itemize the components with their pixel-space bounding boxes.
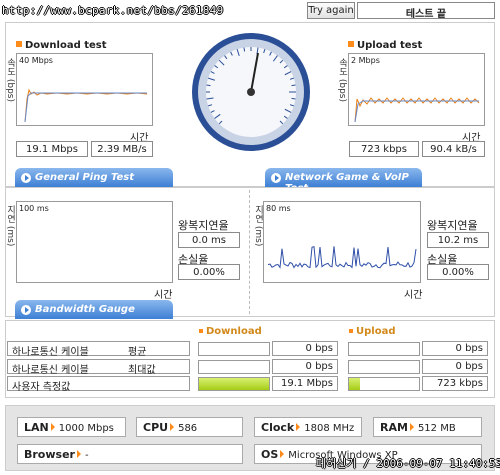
game-roundtrip-field: 10.2 ms <box>427 232 489 248</box>
cpu-label: CPU <box>143 421 169 434</box>
clock-label: Clock <box>261 421 295 434</box>
upload-line <box>354 97 480 123</box>
gauge-download-bar <box>198 342 270 356</box>
gauge-download-bar <box>198 360 270 374</box>
try-again-button[interactable]: Try again <box>307 2 355 19</box>
game-roundtrip-label: 왕복지연율 <box>427 219 478 232</box>
ping-roundtrip-label: 왕복지연율 <box>178 219 229 232</box>
watermark: 폐허신기 / 2006-09-07 11:40:53 <box>316 457 500 470</box>
browser-info: Browser - <box>17 444 243 464</box>
gauge-upload-header: Upload <box>349 326 395 337</box>
gauge-upload-bar <box>348 342 420 356</box>
url-text: http://www.bcpark.net/bbs/261849 <box>2 4 224 17</box>
tab-network-game[interactable]: Network Game & VoIP Test <box>265 168 422 194</box>
ram-label: RAM <box>380 421 408 434</box>
download-header-icon <box>199 329 203 333</box>
tab-bandwidth-gauge[interactable]: Bandwidth Gauge <box>15 300 173 319</box>
play-icon <box>21 305 31 315</box>
download-line <box>24 88 148 123</box>
upload-title-text: Upload test <box>357 40 423 51</box>
download-marker-icon <box>16 41 22 47</box>
gauge-row-stat: 평균 <box>128 347 147 358</box>
game-graph: 80 ms <box>263 201 421 283</box>
gauge-row-label: 사용자 측정값 <box>7 376 190 393</box>
tab-general-ping-label: General Ping Test <box>35 172 135 183</box>
game-loss-field: 0.00% <box>427 264 489 280</box>
test-end-button[interactable]: 테스트 끝 <box>357 2 495 20</box>
upload-header-icon <box>349 329 353 333</box>
upload-rate-field: 90.4 kB/s <box>422 141 485 157</box>
cpu-value: 586 <box>178 423 198 434</box>
download-rate-field: 2.39 MB/s <box>91 141 153 157</box>
gauge-tick <box>206 84 211 87</box>
gauge-row-label: 하나로통신 케이블 최대값 <box>7 359 190 376</box>
cpu-info: CPU 586 <box>136 417 243 437</box>
browser-label: Browser <box>24 448 75 461</box>
lan-info: LAN 1000 Mbps <box>17 417 126 437</box>
game-time-label: 시간 <box>404 290 423 301</box>
ping-roundtrip-field: 0.0 ms <box>178 232 240 248</box>
clock-info: Clock 1808 MHz <box>254 417 362 437</box>
gauge-tick <box>243 47 246 52</box>
gauge-download-value: 0 bps <box>272 341 338 356</box>
download-title: Download test <box>16 40 107 51</box>
lan-label: LAN <box>24 421 49 434</box>
gauge-upload-bar <box>348 360 420 374</box>
arrow-icon <box>409 423 414 431</box>
gauge-download-header: Download <box>199 326 262 337</box>
lan-value: 1000 Mbps <box>58 423 114 434</box>
gauge-upload-header-text: Upload <box>356 326 396 337</box>
arrow-icon <box>296 423 301 431</box>
tab-general-ping[interactable]: General Ping Test <box>15 168 173 187</box>
ping-loss-field: 0.00% <box>178 264 240 280</box>
download-title-text: Download test <box>25 40 107 51</box>
upload-title: Upload test <box>348 40 422 51</box>
gauge-download-value: 19.1 Mbps <box>272 376 338 391</box>
gauge-row-name: 하나로통신 케이블 <box>12 347 89 358</box>
arrow-icon <box>170 423 175 431</box>
ram-value: 512 MB <box>417 423 456 434</box>
arrow-icon <box>280 450 285 458</box>
gauge-download-value: 0 bps <box>272 359 338 374</box>
gauge-upload-value: 0 bps <box>422 341 488 356</box>
gauge-download-fill <box>199 378 269 390</box>
play-icon <box>21 173 31 183</box>
ping-time-label: 시간 <box>154 290 173 301</box>
gauge-upload-value: 0 bps <box>422 359 488 374</box>
upload-marker-icon <box>348 41 354 47</box>
upload-speed-field: 723 kbps <box>349 141 419 157</box>
arrow-icon <box>76 450 81 458</box>
panel-divider <box>249 190 250 314</box>
gauge-upload-bar <box>348 377 420 391</box>
gauge-row-stat: 최대값 <box>128 365 156 376</box>
gauge-row-label: 하나로통신 케이블 평균 <box>7 341 190 358</box>
ping-scale-label: 100 ms <box>19 204 49 213</box>
os-label: OS <box>261 448 279 461</box>
download-speed-field: 19.1 Mbps <box>16 141 88 157</box>
upload-graph: 2 Mbps <box>348 53 485 126</box>
speed-gauge <box>192 33 310 151</box>
download-graph: 40 Mbps <box>16 53 153 126</box>
gauge-row-name: 하나로통신 케이블 <box>12 365 89 376</box>
clock-value: 1808 MHz <box>304 423 355 434</box>
gauge-upload-fill <box>349 378 360 390</box>
tab-bandwidth-gauge-label: Bandwidth Gauge <box>35 304 135 315</box>
ping-graph: 100 ms <box>16 201 173 283</box>
gauge-row-name: 사용자 측정값 <box>12 382 71 393</box>
browser-value: - <box>84 450 89 461</box>
gauge-tick <box>291 97 296 100</box>
play-icon <box>271 173 281 183</box>
gauge-tick <box>291 84 296 87</box>
gauge-upload-value: 723 kbps <box>422 376 488 391</box>
ram-info: RAM 512 MB <box>373 417 482 437</box>
arrow-icon <box>50 423 55 431</box>
gauge-download-header-text: Download <box>206 326 262 337</box>
gauge-download-bar <box>198 377 270 391</box>
game-line <box>267 246 417 269</box>
